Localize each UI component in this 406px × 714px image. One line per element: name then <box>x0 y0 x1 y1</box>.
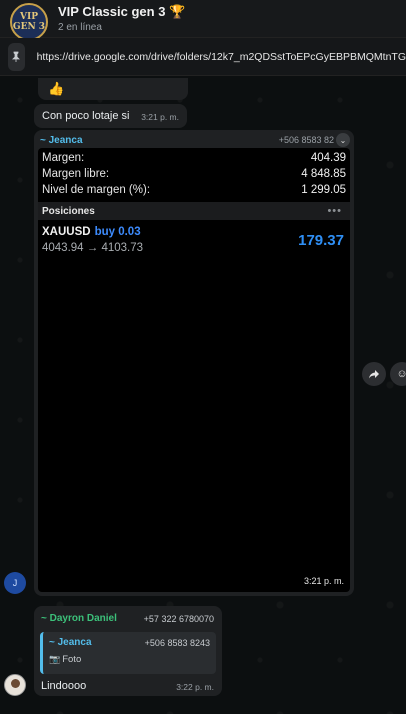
margin-value: 404.39 <box>310 152 346 164</box>
trade-screenshot[interactable]: Margen: 404.39 Margen libre: 4 848.85 Ni… <box>38 148 350 592</box>
trade-symbol: XAUUSD <box>42 226 91 238</box>
camera-icon: 📷 <box>49 654 61 664</box>
message-text: Lindoooo <box>41 680 87 692</box>
margin-label: Margen: <box>42 152 85 164</box>
forwarded-screenshot-bubble[interactable]: ~ Jeanca +506 8583 82 ⌄ Margen: 404.39 M… <box>34 130 354 596</box>
reaction-bubble[interactable]: 👍 <box>38 78 188 100</box>
margin-level-value: 1 299.05 <box>301 184 346 196</box>
chat-header[interactable]: VIP GEN 3 VIP Classic gen 3 🏆 2 en línea <box>0 0 406 41</box>
positions-bar: Posiciones ••• <box>38 202 350 220</box>
message-time: 3:22 p. m. <box>176 682 214 692</box>
share-icon[interactable] <box>362 362 386 386</box>
header-text[interactable]: VIP Classic gen 3 🏆 2 en línea <box>58 4 185 33</box>
margin-row: Margen: 404.39 <box>42 152 346 164</box>
trade-prices: 4043.94 → 4103.73 <box>42 242 144 254</box>
quoted-content-text: Foto <box>62 654 82 665</box>
quoted-sender: ~ Jeanca <box>49 637 92 648</box>
message-time: 3:21 p. m. <box>141 112 179 122</box>
bubble-header: ~ Jeanca +506 8583 82 <box>40 132 348 148</box>
quoted-content: 📷 Foto <box>49 654 81 665</box>
online-count: 2 en línea <box>58 22 102 33</box>
pinned-url[interactable]: https://drive.google.com/drive/folders/1… <box>37 51 406 63</box>
sender-phone: +506 8583 82 <box>278 135 334 145</box>
reply-message-bubble[interactable]: ~ Dayron Daniel +57 322 6780070 ~ Jeanca… <box>34 606 222 696</box>
sender-name[interactable]: ~ Dayron Daniel <box>41 613 117 624</box>
more-dots-icon: ••• <box>327 205 342 217</box>
margin-level-label: Nivel de margen (%): <box>42 184 151 196</box>
quoted-phone: +506 8583 8243 <box>144 638 210 648</box>
margin-level-row: Nivel de margen (%): 1 299.05 <box>42 184 346 196</box>
chevron-down-icon[interactable]: ⌄ <box>336 133 350 147</box>
message-time: 3:21 p. m. <box>303 576 344 586</box>
free-margin-label: Margen libre: <box>42 168 110 180</box>
sender-phone: +57 322 6780070 <box>143 614 214 624</box>
avatar[interactable] <box>4 674 26 696</box>
group-title: VIP Classic gen 3 🏆 <box>58 4 186 19</box>
pinned-message-bar[interactable]: https://drive.google.com/drive/folders/1… <box>0 38 406 76</box>
trade-side: buy 0.03 <box>94 226 141 238</box>
message-text: Con poco lotaje si <box>42 110 130 122</box>
sender-name[interactable]: ~ Jeanca <box>40 135 83 146</box>
pin-icon[interactable] <box>8 42 25 71</box>
avatar-line2: GEN 3 <box>12 21 46 32</box>
quoted-message[interactable]: ~ Jeanca +506 8583 8243 📷 Foto <box>40 632 216 674</box>
avatar[interactable]: J <box>4 572 26 594</box>
trade-profit: 179.37 <box>298 232 344 249</box>
avatar-line1: VIP <box>20 11 38 22</box>
message-bubble[interactable]: Con poco lotaje si 3:21 p. m. <box>34 104 187 128</box>
free-margin-row: Margen libre: 4 848.85 <box>42 168 346 180</box>
group-avatar[interactable]: VIP GEN 3 <box>10 2 48 41</box>
thumbs-up-emoji: 👍 <box>48 81 65 96</box>
trade-symbol-line: XAUUSD buy 0.03 <box>42 226 141 238</box>
positions-title: Posiciones <box>42 205 95 217</box>
free-margin-value: 4 848.85 <box>301 168 346 180</box>
